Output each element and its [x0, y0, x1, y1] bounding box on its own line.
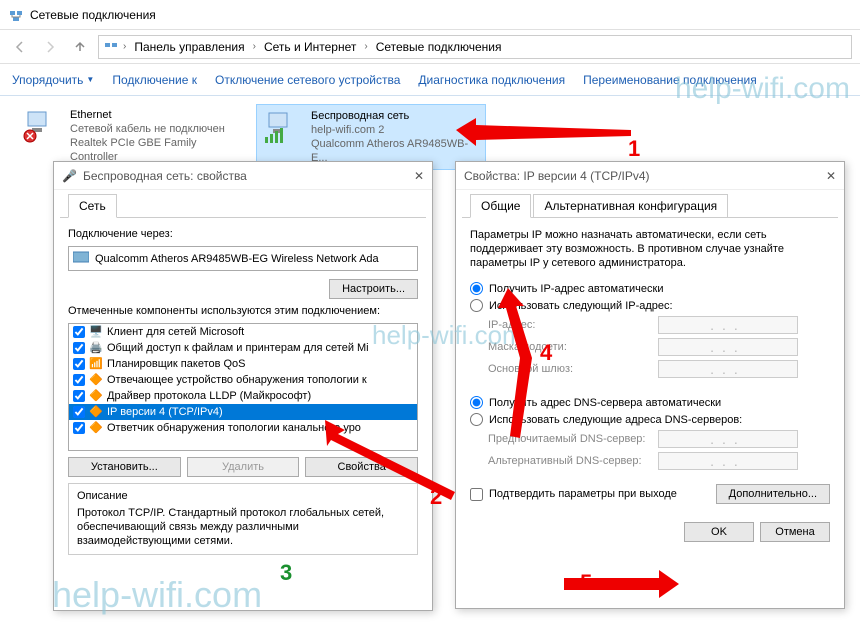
protocol-icon: 🔶	[89, 405, 103, 419]
diagnose-button[interactable]: Диагностика подключения	[418, 73, 565, 87]
forward-button[interactable]	[38, 35, 62, 59]
description-text: Протокол TCP/IP. Стандартный протокол гл…	[77, 506, 409, 548]
tab-network[interactable]: Сеть	[68, 194, 117, 218]
list-item[interactable]: 📶Планировщик пакетов QoS	[69, 356, 417, 372]
annotation-number: 4	[540, 340, 552, 366]
remove-button: Удалить	[187, 457, 300, 477]
intro-text: Параметры IP можно назначать автоматичес…	[470, 228, 830, 270]
components-label: Отмеченные компоненты используются этим …	[68, 305, 418, 317]
lldp-icon: 🔶	[89, 389, 103, 403]
breadcrumb-item[interactable]: Панель управления	[130, 38, 248, 56]
rename-button[interactable]: Переименование подключения	[583, 73, 757, 87]
connect-to-button[interactable]: Подключение к	[112, 73, 197, 87]
back-button[interactable]	[8, 35, 32, 59]
list-item[interactable]: 🖥️Клиент для сетей Microsoft	[69, 324, 417, 340]
client-icon: 🖥️	[89, 325, 103, 339]
up-button[interactable]	[68, 35, 92, 59]
breadcrumb-item[interactable]: Сеть и Интернет	[260, 38, 360, 56]
responder-icon: 🔶	[89, 421, 103, 435]
breadcrumb-bar[interactable]: › Панель управления › Сеть и Интернет › …	[98, 35, 852, 59]
ok-button[interactable]: OK	[684, 522, 754, 542]
breadcrumb-item[interactable]: Сетевые подключения	[372, 38, 506, 56]
tab-alternate[interactable]: Альтернативная конфигурация	[533, 194, 728, 217]
network-icon	[103, 39, 119, 55]
annotation-number: 1	[628, 136, 640, 162]
toolbar: Упорядочить▼ Подключение к Отключение се…	[0, 64, 860, 96]
organize-button[interactable]: Упорядочить▼	[12, 73, 94, 87]
connection-status: Сетевой кабель не подключен	[70, 122, 240, 136]
confirm-checkbox[interactable]	[470, 488, 483, 501]
chevron-right-icon: ›	[253, 41, 256, 52]
list-item[interactable]: 🔶Отвечающее устройство обнаружения топол…	[69, 372, 417, 388]
checkbox[interactable]	[73, 406, 85, 418]
window-title: Сетевые подключения	[30, 8, 156, 22]
install-button[interactable]: Установить...	[68, 457, 181, 477]
annotation-number: 5	[580, 570, 592, 596]
adapter-field: Qualcomm Atheros AR9485WB-EG Wireless Ne…	[68, 246, 418, 271]
cancel-button[interactable]: Отмена	[760, 522, 830, 542]
ip-address-field: ...	[658, 316, 798, 334]
annotation-number: 3	[280, 560, 292, 586]
chevron-right-icon: ›	[364, 41, 367, 52]
radio-manual-dns[interactable]	[470, 413, 483, 426]
components-list[interactable]: 🖥️Клиент для сетей Microsoft 🖨️Общий дос…	[68, 323, 418, 451]
connection-adapter: Realtek PCIe GBE Family Controller	[70, 136, 240, 164]
topology-icon: 🔶	[89, 373, 103, 387]
configure-button[interactable]: Настроить...	[329, 279, 418, 299]
checkbox[interactable]	[73, 422, 85, 434]
radio-auto-ip[interactable]	[470, 282, 483, 295]
adapter-icon	[73, 251, 89, 266]
list-item[interactable]: 🔶Драйвер протокола LLDP (Майкрософт)	[69, 388, 417, 404]
checkbox[interactable]	[73, 342, 85, 354]
dns2-field: ...	[658, 452, 798, 470]
advanced-button[interactable]: Дополнительно...	[716, 484, 830, 504]
adapter-name: Qualcomm Atheros AR9485WB-EG Wireless Ne…	[95, 253, 379, 265]
ethernet-icon	[22, 108, 62, 144]
close-icon[interactable]: ✕	[826, 169, 836, 183]
properties-button[interactable]: Свойства	[305, 457, 418, 477]
connection-status: help-wifi.com 2	[311, 123, 479, 137]
tab-general[interactable]: Общие	[470, 194, 531, 218]
dns1-field: ...	[658, 430, 798, 448]
chevron-right-icon: ›	[123, 41, 126, 52]
checkbox[interactable]	[73, 390, 85, 402]
subnet-mask-field: ...	[658, 338, 798, 356]
list-item-ipv4[interactable]: 🔶IP версии 4 (TCP/IPv4)	[69, 404, 417, 420]
list-item[interactable]: 🖨️Общий доступ к файлам и принтерам для …	[69, 340, 417, 356]
description-label: Описание	[77, 490, 409, 502]
network-icon	[8, 7, 24, 23]
chevron-down-icon: ▼	[86, 75, 94, 84]
annotation-number: 2	[430, 484, 442, 510]
dialog-title: Беспроводная сеть: свойства	[83, 169, 247, 183]
checkbox[interactable]	[73, 358, 85, 370]
microphone-icon: 🎤	[62, 169, 77, 183]
connection-name: Ethernet	[70, 108, 240, 122]
checkbox[interactable]	[73, 326, 85, 338]
address-bar: › Панель управления › Сеть и Интернет › …	[0, 30, 860, 64]
gateway-field: ...	[658, 360, 798, 378]
qos-icon: 📶	[89, 357, 103, 371]
connect-via-label: Подключение через:	[68, 228, 418, 240]
radio-auto-dns[interactable]	[470, 396, 483, 409]
list-item[interactable]: 🔶Ответчик обнаружения топологии канально…	[69, 420, 417, 436]
close-icon[interactable]: ✕	[414, 169, 424, 183]
share-icon: 🖨️	[89, 341, 103, 355]
connection-name: Беспроводная сеть	[311, 109, 479, 123]
dialog-title: Свойства: IP версии 4 (TCP/IPv4)	[464, 169, 650, 183]
radio-manual-ip[interactable]	[470, 299, 483, 312]
ipv4-properties-dialog: Свойства: IP версии 4 (TCP/IPv4) ✕ Общие…	[455, 161, 845, 609]
disable-device-button[interactable]: Отключение сетевого устройства	[215, 73, 400, 87]
wireless-properties-dialog: 🎤 Беспроводная сеть: свойства ✕ Сеть Под…	[53, 161, 433, 611]
checkbox[interactable]	[73, 374, 85, 386]
wireless-icon	[263, 109, 303, 145]
titlebar: Сетевые подключения	[0, 0, 860, 30]
